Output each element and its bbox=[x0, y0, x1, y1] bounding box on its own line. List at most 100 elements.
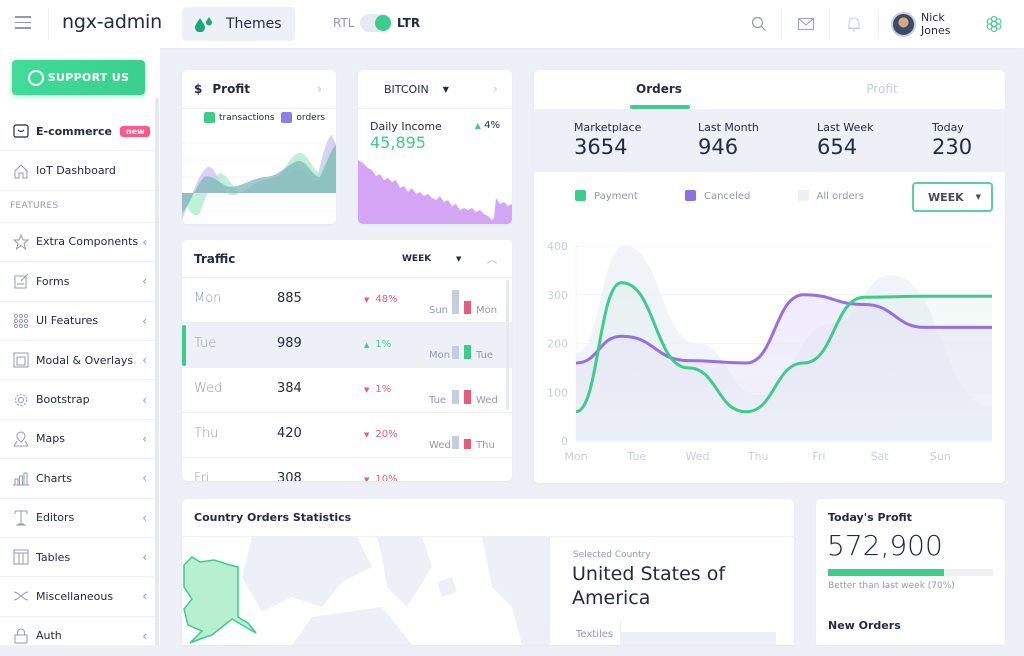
sidebar-item-extra-components[interactable]: Extra Components ‹ bbox=[0, 223, 155, 263]
caret-down-icon[interactable]: ▼ bbox=[456, 255, 461, 263]
stat-label: Last Month bbox=[698, 121, 759, 134]
chevron-left-icon[interactable]: ‹ bbox=[142, 629, 147, 643]
traffic-scrollbar[interactable] bbox=[506, 280, 509, 410]
menu-toggle-icon[interactable] bbox=[15, 16, 31, 30]
legend-item-all-orders[interactable]: All orders bbox=[797, 190, 864, 202]
sidebar-item-maps[interactable]: Maps ‹ bbox=[0, 420, 155, 460]
tab-orders[interactable]: Orders bbox=[614, 82, 704, 96]
orders-line-chart: 0 100 200 300 400 Mon Tue Wed Thu Fri Sat Sun bbox=[547, 240, 992, 463]
world-map[interactable] bbox=[182, 537, 549, 645]
chevron-left-icon[interactable]: ‹ bbox=[142, 393, 147, 407]
columns-icon bbox=[12, 548, 30, 566]
delta-value: 1% bbox=[375, 339, 392, 350]
sidebar-item-tables[interactable]: Tables ‹ bbox=[0, 538, 155, 578]
sidebar-scrollbar[interactable] bbox=[155, 98, 159, 645]
sidebar-item-label: Maps bbox=[36, 432, 65, 446]
traffic-row[interactable]: Fri 308 ▼ 10% bbox=[182, 458, 512, 481]
divider bbox=[829, 8, 830, 40]
sidebar-item-e-commerce[interactable]: E-commerce new bbox=[0, 112, 155, 152]
traffic-delta: ▲ 1% bbox=[364, 339, 391, 350]
chevron-right-icon[interactable]: › bbox=[317, 82, 322, 97]
direction-toggle[interactable] bbox=[360, 14, 392, 32]
legend-swatch bbox=[281, 112, 293, 123]
traffic-delta: ▼ 48% bbox=[364, 294, 398, 305]
sidebar-item-ui-features[interactable]: UI Features ‹ bbox=[0, 302, 155, 341]
chevron-left-icon[interactable]: ‹ bbox=[142, 511, 147, 525]
app-title[interactable]: ngx-admin bbox=[62, 11, 162, 33]
caret-down-icon[interactable]: ▼ bbox=[443, 85, 449, 94]
sidebar-item-editors[interactable]: Editors ‹ bbox=[0, 499, 155, 538]
settings-icon[interactable] bbox=[984, 14, 1004, 34]
sidebar-item-modal-overlays[interactable]: Modal & Overlays ‹ bbox=[0, 341, 155, 381]
tab-profit[interactable]: Profit bbox=[837, 82, 927, 96]
stat-label: Last Week bbox=[817, 121, 874, 134]
traffic-row[interactable]: Thu 420 ▼ 20% Wed Thu bbox=[182, 413, 512, 458]
map-pin-icon bbox=[12, 430, 30, 448]
chevron-left-icon[interactable]: ‹ bbox=[142, 314, 147, 328]
period-select[interactable]: WEEK bbox=[402, 254, 431, 264]
sidebar-item-forms[interactable]: Forms ‹ bbox=[0, 262, 155, 302]
ltr-label: LTR bbox=[397, 16, 421, 30]
support-label: SUPPORT US bbox=[47, 71, 130, 84]
legend-item-transactions[interactable]: transactions bbox=[204, 112, 275, 123]
user-name[interactable]: Nick Jones bbox=[921, 11, 950, 37]
collapse-icon[interactable]: ︿ bbox=[487, 251, 497, 266]
arrow-up-icon: ▲ bbox=[474, 121, 481, 130]
x-tick-label: Tue bbox=[626, 450, 646, 463]
legend-item-payment[interactable]: Payment bbox=[575, 190, 638, 202]
traffic-delta: ▼ 10% bbox=[364, 474, 398, 481]
country-card-title: Country Orders Statistics bbox=[194, 511, 352, 524]
y-tick-label: 0 bbox=[561, 435, 568, 448]
traffic-value: 308 bbox=[277, 471, 302, 481]
traffic-row[interactable]: Tue 989 ▲ 1% Mon Tue bbox=[182, 323, 512, 368]
sidebar-item-label: Extra Components bbox=[36, 235, 139, 249]
themes-button[interactable]: Themes bbox=[182, 7, 295, 41]
x-tick-label: Mon bbox=[564, 450, 587, 463]
x-tick-label: Thu bbox=[747, 450, 769, 463]
sidebar-item-label: Modal & Overlays bbox=[36, 353, 134, 367]
currency-select[interactable]: BITCOIN bbox=[384, 83, 429, 96]
profit-card-header[interactable]: $ Profit › bbox=[182, 70, 336, 109]
orders-tabs: Orders Profit bbox=[534, 70, 1005, 109]
traffic-value: 384 bbox=[277, 381, 302, 396]
chevron-right-icon[interactable]: › bbox=[493, 82, 498, 97]
sidebar-item-auth[interactable]: Auth ‹ bbox=[0, 617, 155, 656]
chevron-left-icon[interactable]: ‹ bbox=[142, 432, 147, 446]
sidebar-item-bootstrap[interactable]: Bootstrap ‹ bbox=[0, 380, 155, 420]
chevron-left-icon[interactable]: ‹ bbox=[142, 274, 147, 288]
chevron-left-icon[interactable]: ‹ bbox=[142, 550, 147, 564]
legend-item-orders[interactable]: orders bbox=[281, 112, 325, 123]
bell-icon[interactable] bbox=[844, 14, 864, 34]
category-bar[interactable] bbox=[621, 632, 776, 645]
traffic-row[interactable]: Mon 885 ▼ 48% Sun Mon bbox=[182, 278, 512, 323]
traffic-day: Fri bbox=[194, 471, 210, 481]
traffic-card: Traffic WEEK ▼ ︿ Mon 885 ▼ 48% Sun Mon Tue 989 ▲… bbox=[182, 240, 512, 481]
home-icon bbox=[12, 162, 30, 180]
browser-icon bbox=[12, 351, 30, 369]
bitcoin-card-header: BITCOIN ▼ › bbox=[358, 70, 512, 109]
traffic-day: Mon bbox=[194, 291, 222, 306]
sidebar-item-label: IoT Dashboard bbox=[36, 164, 116, 178]
support-us-button[interactable]: SUPPORT US bbox=[12, 60, 145, 95]
sidebar-item-iot-dashboard[interactable]: IoT Dashboard bbox=[0, 151, 155, 191]
chevron-left-icon[interactable]: ‹ bbox=[142, 353, 147, 367]
period-select[interactable]: WEEK ▼ bbox=[912, 182, 993, 212]
avatar[interactable] bbox=[891, 12, 916, 37]
mail-icon[interactable] bbox=[796, 14, 816, 34]
profit-legend: transactions orders bbox=[204, 112, 325, 123]
y-tick-label: 200 bbox=[547, 338, 568, 351]
sidebar-item-miscellaneous[interactable]: Miscellaneous ‹ bbox=[0, 577, 155, 617]
sidebar: SUPPORT US E-commerce new IoT Dashboard FEA… bbox=[0, 48, 160, 656]
traffic-value: 989 bbox=[277, 336, 302, 351]
divider bbox=[781, 8, 782, 40]
traffic-row[interactable]: Wed 384 ▼ 1% Tue Wed bbox=[182, 368, 512, 413]
cur-day-bar bbox=[464, 301, 471, 314]
stat-value: 230 bbox=[932, 135, 973, 159]
legend-item-canceled[interactable]: Canceled bbox=[684, 190, 750, 202]
chevron-left-icon[interactable]: ‹ bbox=[142, 235, 147, 249]
cur-day-bar bbox=[464, 390, 471, 404]
chevron-left-icon[interactable]: ‹ bbox=[142, 589, 147, 603]
chevron-left-icon[interactable]: ‹ bbox=[142, 471, 147, 485]
sidebar-item-charts[interactable]: Charts ‹ bbox=[0, 459, 155, 499]
search-icon[interactable] bbox=[749, 14, 769, 34]
